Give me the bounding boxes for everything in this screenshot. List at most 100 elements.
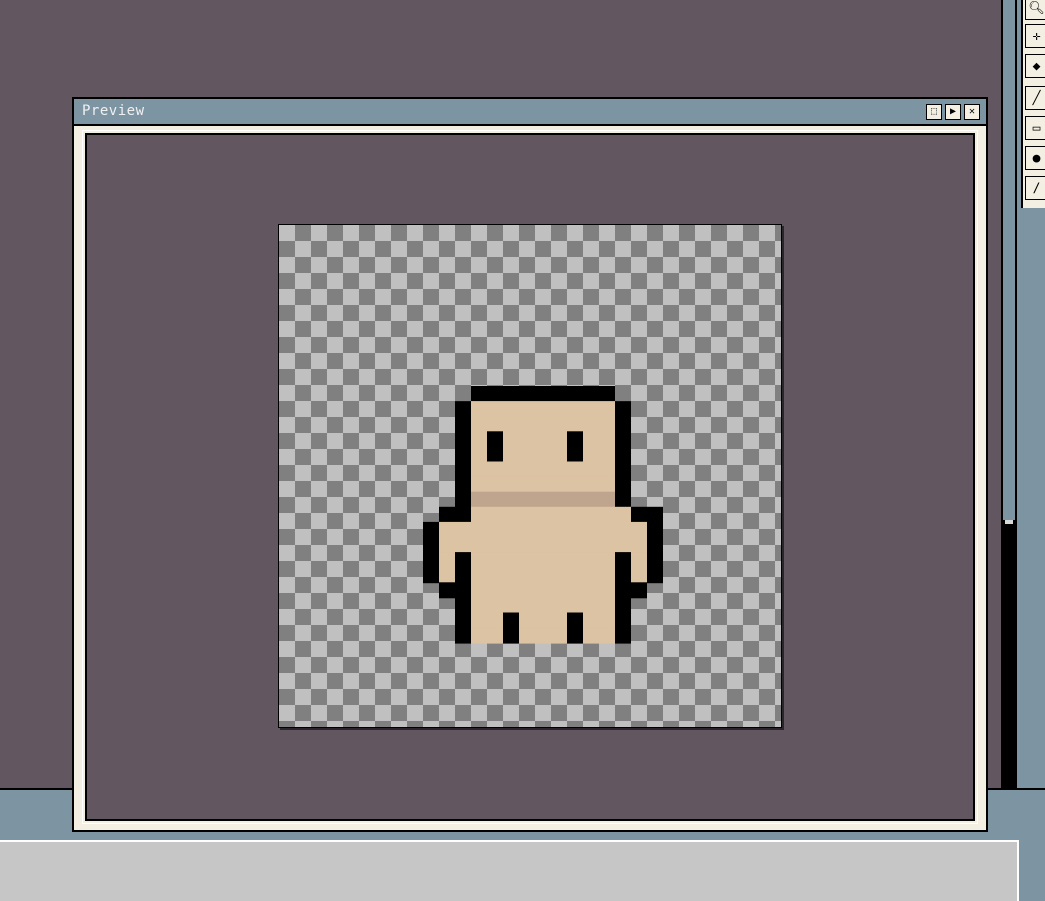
- sprite-pixel: [551, 627, 567, 644]
- sprite-pixel: [599, 476, 615, 493]
- sprite-pixel: [423, 521, 439, 538]
- sprite-pixel: [487, 506, 503, 523]
- sprite-pixel: [535, 567, 551, 584]
- sprite-pixel: [455, 476, 471, 493]
- sprite-pixel: [471, 401, 487, 418]
- sprite-pixel: [551, 491, 567, 508]
- sprite-pixel: [599, 401, 615, 418]
- sprite-canvas[interactable]: [278, 224, 782, 728]
- preview-titlebar[interactable]: Preview ⬚ ▶ ✕: [74, 99, 986, 126]
- sprite-pixel: [455, 416, 471, 433]
- sprite-pixel: [439, 537, 455, 553]
- sprite-pixel: [439, 582, 455, 599]
- sprite-pixel: [423, 567, 439, 584]
- sprite-pixel: [551, 521, 567, 538]
- sprite-pixel: [519, 582, 535, 599]
- sprite-pixel: [551, 552, 567, 569]
- status-bar: [0, 840, 1019, 901]
- sprite-pixel: [583, 386, 599, 402]
- sprite-pixel: [487, 476, 503, 493]
- sprite-pixel: [583, 476, 599, 493]
- sprite-pixel: [487, 537, 503, 553]
- sprite-pixel: [535, 446, 551, 463]
- sprite-pixel: [487, 521, 503, 538]
- sprite-pixel: [503, 567, 519, 584]
- sprite-pixel: [567, 446, 583, 463]
- sprite-pixel: [503, 506, 519, 523]
- rectangle-icon[interactable]: ▭: [1025, 116, 1045, 140]
- sprite-pixel: [599, 491, 615, 508]
- sprite-pixel: [503, 552, 519, 569]
- close-icon[interactable]: ✕: [964, 104, 980, 120]
- tool-palette: 🔍︎ ✛ ◆ ╱ ▭ ● ∕: [1021, 0, 1045, 208]
- line-icon[interactable]: ╱: [1025, 86, 1045, 110]
- sprite-pixel: [487, 552, 503, 569]
- sprite-pixel: [551, 386, 567, 402]
- sprite-pixel: [615, 552, 631, 569]
- sprite-pixel: [599, 386, 615, 402]
- sprite-pixel: [471, 416, 487, 433]
- sprite-pixel: [487, 431, 503, 448]
- sprite-pixel: [519, 537, 535, 553]
- sprite-pixel: [551, 506, 567, 523]
- move-icon[interactable]: ✛: [1025, 24, 1045, 48]
- sprite-pixel: [503, 446, 519, 463]
- fill-icon[interactable]: ◆: [1025, 54, 1045, 78]
- sprite-pixel: [455, 612, 471, 629]
- sprite-pixel: [647, 567, 663, 584]
- sprite-pixel: [615, 597, 631, 614]
- sprite-pixel: [615, 521, 631, 538]
- sprite-pixel: [487, 461, 503, 478]
- play-icon[interactable]: ▶: [945, 104, 961, 120]
- sprite-pixel: [567, 431, 583, 448]
- sprite-pixel: [615, 537, 631, 553]
- sprite-pixel: [631, 506, 647, 523]
- brush-icon[interactable]: ∕: [1025, 176, 1045, 200]
- sprite-pixel: [583, 506, 599, 523]
- sprite-pixel: [567, 506, 583, 523]
- sprite-pixel: [519, 521, 535, 538]
- sprite-pixel: [567, 476, 583, 493]
- sprite-pixel: [599, 597, 615, 614]
- sprite-pixel: [487, 386, 503, 402]
- sprite-pixel: [567, 597, 583, 614]
- sprite-pixel: [471, 461, 487, 478]
- sprite-pixel: [471, 612, 487, 629]
- sprite-pixel: [455, 597, 471, 614]
- sprite-pixel: [471, 552, 487, 569]
- sprite-pixel: [551, 431, 567, 448]
- sprite-pixel: [631, 521, 647, 538]
- sprite-pixel: [519, 597, 535, 614]
- sprite-pixel: [455, 506, 471, 523]
- sprite-pixel: [583, 431, 599, 448]
- sprite-pixel: [503, 401, 519, 418]
- sprite-pixel: [535, 582, 551, 599]
- sprite-pixel: [503, 386, 519, 402]
- sprite-pixel: [455, 627, 471, 644]
- sprite-pixel: [503, 627, 519, 644]
- sprite-pixel: [535, 552, 551, 569]
- sprite-pixel: [535, 461, 551, 478]
- center-icon[interactable]: ⬚: [926, 104, 942, 120]
- sprite-pixel: [599, 537, 615, 553]
- sprite-pixel: [487, 567, 503, 584]
- zoom-icon[interactable]: 🔍︎: [1025, 0, 1045, 20]
- sprite-pixel: [471, 476, 487, 493]
- sprite-pixel: [551, 401, 567, 418]
- sprite-pixel: [583, 612, 599, 629]
- sprite-pixel: [583, 627, 599, 644]
- sprite-pixel: [599, 416, 615, 433]
- sprite-pixel: [471, 386, 487, 402]
- sprite-pixel: [647, 552, 663, 569]
- blob-icon[interactable]: ●: [1025, 146, 1045, 170]
- sprite-pixel: [535, 537, 551, 553]
- sprite-pixel: [487, 582, 503, 599]
- sprite-pixel: [615, 627, 631, 644]
- sprite-pixel: [615, 416, 631, 433]
- sprite-pixel: [487, 597, 503, 614]
- sprite-pixel: [535, 386, 551, 402]
- sprite-pixel: [583, 567, 599, 584]
- sprite-pixel: [535, 491, 551, 508]
- sprite-pixel: [519, 446, 535, 463]
- sprite-pixel: [599, 521, 615, 538]
